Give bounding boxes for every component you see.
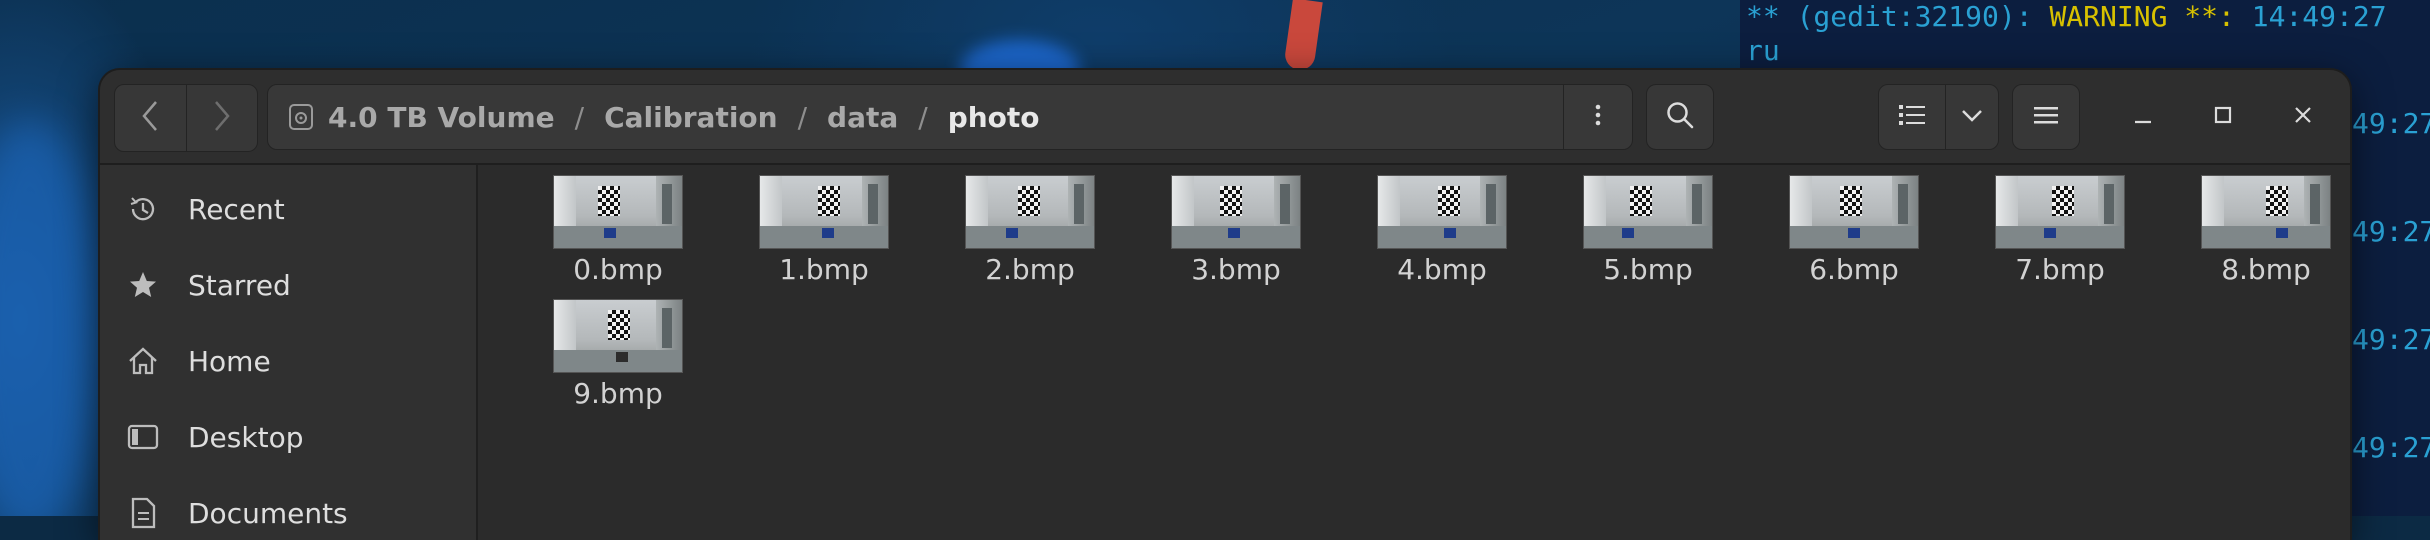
close-icon <box>2293 105 2313 129</box>
sidebar-item-label: Home <box>188 344 271 378</box>
sidebar-item-home[interactable]: Home <box>126 331 456 391</box>
file-item[interactable]: 7.bmp <box>1970 175 2150 286</box>
minimize-button[interactable] <box>2110 84 2176 150</box>
maximize-icon <box>2213 105 2233 129</box>
file-item[interactable]: 9.bmp <box>528 299 708 410</box>
clock-icon <box>126 192 160 226</box>
image-thumbnail <box>1377 175 1507 249</box>
sidebar-item-documents[interactable]: Documents <box>126 483 456 540</box>
list-view-icon <box>1899 104 1925 130</box>
document-icon <box>126 496 160 530</box>
sidebar-item-starred[interactable]: Starred <box>126 255 456 315</box>
sidebar-item-label: Documents <box>188 496 348 530</box>
terminal-time: 49:27 <box>2352 215 2430 248</box>
breadcrumb-photo[interactable]: photo <box>948 101 1040 134</box>
wallpaper-shape <box>1283 0 1323 72</box>
file-item[interactable]: 6.bmp <box>1764 175 1944 286</box>
sidebar-item-label: Desktop <box>188 420 304 454</box>
sidebar-item-desktop[interactable]: Desktop <box>126 407 456 467</box>
back-button[interactable] <box>115 85 186 151</box>
image-thumbnail <box>1583 175 1713 249</box>
file-item[interactable]: 4.bmp <box>1352 175 1532 286</box>
image-thumbnail <box>553 299 683 373</box>
path-menu-button[interactable] <box>1563 85 1632 149</box>
list-view-button[interactable] <box>1878 84 1946 150</box>
file-name: 0.bmp <box>573 253 663 286</box>
sidebar-item-recent[interactable]: Recent <box>126 179 456 239</box>
file-item[interactable]: 8.bmp <box>2176 175 2350 286</box>
image-thumbnail <box>759 175 889 249</box>
file-name: 1.bmp <box>779 253 869 286</box>
image-thumbnail <box>1171 175 1301 249</box>
chevron-right-icon <box>211 99 233 137</box>
forward-button[interactable] <box>185 85 258 151</box>
terminal-line: ru <box>1746 34 1780 67</box>
image-thumbnail <box>1995 175 2125 249</box>
breadcrumb-calibration[interactable]: Calibration <box>604 101 778 134</box>
terminal-time: 49:27 <box>2352 107 2430 140</box>
minimize-icon <box>2133 105 2153 129</box>
file-name: 4.bmp <box>1397 253 1487 286</box>
file-name: 7.bmp <box>2015 253 2105 286</box>
file-name: 6.bmp <box>1809 253 1899 286</box>
image-thumbnail <box>965 175 1095 249</box>
search-icon <box>1665 100 1695 134</box>
file-name: 5.bmp <box>1603 253 1693 286</box>
file-name: 9.bmp <box>573 377 663 410</box>
hamburger-icon <box>2034 105 2058 129</box>
navigation-buttons <box>114 84 258 152</box>
file-item[interactable]: 0.bmp <box>528 175 708 286</box>
view-options-dropdown[interactable] <box>1945 84 1999 150</box>
file-item[interactable]: 2.bmp <box>940 175 1120 286</box>
file-manager-window: 4.0 TB Volume / Calibration / data / pho… <box>100 70 2350 540</box>
file-item[interactable]: 3.bmp <box>1146 175 1326 286</box>
file-item[interactable]: 1.bmp <box>734 175 914 286</box>
header-bar: 4.0 TB Volume / Calibration / data / pho… <box>100 70 2350 165</box>
file-item[interactable]: 5.bmp <box>1558 175 1738 286</box>
terminal-time: 49:27 <box>2352 431 2430 464</box>
image-thumbnail <box>1789 175 1919 249</box>
star-icon <box>126 268 160 302</box>
file-name: 3.bmp <box>1191 253 1281 286</box>
breadcrumb-data[interactable]: data <box>827 101 898 134</box>
vertical-dots-icon <box>1594 103 1602 131</box>
terminal-time: 49:27 <box>2352 323 2430 356</box>
image-thumbnail <box>553 175 683 249</box>
file-grid: 0.bmp 1.bmp 2.bmp 3.bmp 4.bmp 5.bmp 6.bm… <box>478 165 2350 540</box>
sidebar-item-label: Starred <box>188 268 291 302</box>
chevron-down-icon <box>1961 108 1983 127</box>
file-name: 2.bmp <box>985 253 1075 286</box>
drive-icon <box>288 103 314 131</box>
close-button[interactable] <box>2270 84 2336 150</box>
desktop-icon <box>126 420 160 454</box>
chevron-left-icon <box>139 99 161 137</box>
file-name: 8.bmp <box>2221 253 2311 286</box>
terminal-line: ** (gedit:32190): WARNING **: 14:49:27 <box>1746 0 2387 33</box>
path-separator: / <box>797 100 808 134</box>
sidebar: Recent Starred Home Desktop Documents <box>100 165 478 540</box>
search-button[interactable] <box>1646 84 1714 150</box>
breadcrumb-volume[interactable]: 4.0 TB Volume <box>328 101 555 134</box>
wallpaper-shape <box>0 120 100 516</box>
path-separator: / <box>574 100 585 134</box>
image-thumbnail <box>2201 175 2331 249</box>
maximize-button[interactable] <box>2190 84 2256 150</box>
warning-text: WARNING **: <box>2049 0 2235 33</box>
path-bar: 4.0 TB Volume / Calibration / data / pho… <box>267 84 1633 150</box>
main-menu-button[interactable] <box>2012 84 2080 150</box>
sidebar-item-label: Recent <box>188 192 285 226</box>
path-separator: / <box>918 100 928 134</box>
home-icon <box>126 344 160 378</box>
